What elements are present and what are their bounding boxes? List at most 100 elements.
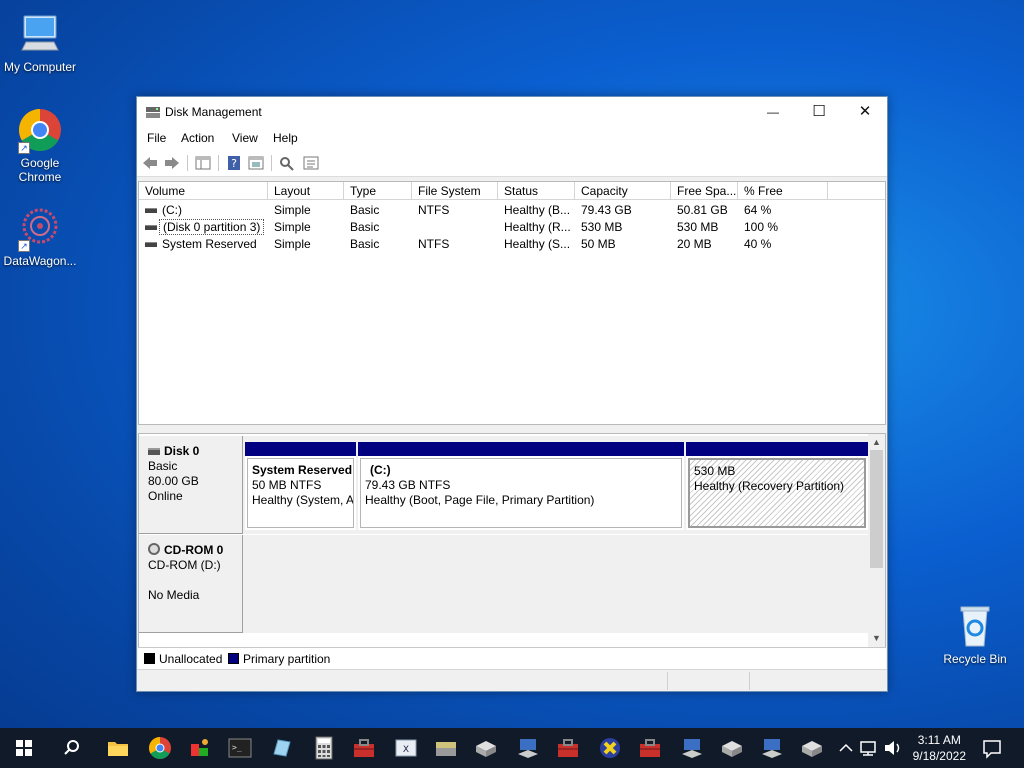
shortcut-arrow-icon: ↗	[18, 142, 30, 154]
svg-text:>_: >_	[232, 743, 242, 752]
desktop-icon-recycle-bin[interactable]: Recycle Bin	[935, 602, 1015, 666]
disk-state: Online	[148, 489, 183, 503]
partition-status: Healthy (Recovery Partition)	[694, 479, 845, 493]
toolbox-icon[interactable]	[350, 734, 378, 762]
disk-graphical-view[interactable]: Disk 0 Basic 80.00 GB Online System Rese…	[138, 433, 886, 665]
column-header-free-space[interactable]: Free Spa...	[671, 182, 738, 200]
table-row[interactable]: (C:) Simple Basic NTFS Healthy (B... 79.…	[139, 202, 885, 219]
back-arrow-icon[interactable]	[141, 154, 159, 172]
partition-body: 530 MB Healthy (Recovery Partition)	[688, 458, 866, 528]
partition-title: System Reserved	[252, 463, 353, 477]
table-row[interactable]: (Disk 0 partition 3) Simple Basic Health…	[139, 219, 885, 236]
disk-management-window: Disk Management — ☐ ✕ File Action View H…	[136, 96, 888, 692]
cell-layout: Simple	[274, 203, 311, 217]
volume-list-header: Volume Layout Type File System Status Ca…	[139, 182, 885, 200]
show-hide-console-tree-icon[interactable]	[194, 154, 212, 172]
cell-file-system	[412, 219, 498, 236]
help-icon[interactable]: ?	[225, 154, 243, 172]
cell-volume: (Disk 0 partition 3)	[139, 219, 268, 236]
properties-icon[interactable]	[247, 154, 265, 172]
volume-icon[interactable]	[882, 734, 904, 762]
menu-file[interactable]: File	[147, 131, 166, 145]
legend-primary-partition: Primary partition	[243, 652, 331, 666]
svg-text:?: ?	[231, 157, 237, 170]
scroll-down-icon[interactable]: ▼	[868, 630, 885, 646]
app-icon[interactable]	[596, 734, 624, 762]
terminal-icon[interactable]: >_	[226, 734, 254, 762]
app-icon[interactable]: X	[392, 734, 420, 762]
table-row[interactable]: System Reserved Simple Basic NTFS Health…	[139, 236, 885, 253]
app-icon[interactable]	[758, 734, 786, 762]
app-icon[interactable]	[514, 734, 542, 762]
windows-start-icon[interactable]	[10, 734, 38, 762]
column-header-layout[interactable]: Layout	[268, 182, 344, 200]
disk-0-label[interactable]: Disk 0 Basic 80.00 GB Online	[139, 436, 243, 534]
app-icon[interactable]	[186, 734, 214, 762]
maximize-button[interactable]: ☐	[796, 97, 842, 127]
rescan-icon[interactable]	[278, 154, 296, 172]
menu-help[interactable]: Help	[273, 131, 298, 145]
column-header-percent-free[interactable]: % Free	[738, 182, 828, 200]
menu-action[interactable]: Action	[181, 131, 214, 145]
status-bar	[137, 669, 887, 691]
cell-free-space: 50.81 GB	[677, 203, 728, 217]
notifications-icon[interactable]	[980, 734, 1004, 762]
desktop-icon-google-chrome[interactable]: ↗ Google Chrome	[0, 106, 80, 184]
cdrom-0-label[interactable]: CD-ROM 0 CD-ROM (D:) No Media	[139, 535, 243, 633]
primary-partition-bar	[686, 442, 868, 456]
close-button[interactable]: ✕	[842, 97, 888, 127]
column-header-volume[interactable]: Volume	[139, 182, 268, 200]
recycle-bin-icon	[951, 602, 999, 650]
app-icon[interactable]	[718, 734, 746, 762]
desktop-icon-my-computer[interactable]: My Computer	[0, 10, 80, 74]
cell-status: Healthy (S...	[504, 237, 571, 251]
app-icon[interactable]	[798, 734, 826, 762]
chrome-icon[interactable]	[146, 734, 174, 762]
minimize-button[interactable]: —	[750, 97, 796, 127]
scroll-up-icon[interactable]: ▲	[868, 434, 885, 450]
column-header-file-system[interactable]: File System	[412, 182, 498, 200]
cell-free-space: 20 MB	[677, 237, 712, 251]
forward-arrow-icon[interactable]	[163, 154, 181, 172]
column-header-status[interactable]: Status	[498, 182, 575, 200]
desktop-icon-label: Recycle Bin	[943, 652, 1007, 666]
volume-list[interactable]: Volume Layout Type File System Status Ca…	[138, 181, 886, 425]
chrome-icon: ↗	[16, 106, 64, 154]
partition-size: 79.43 GB NTFS	[365, 478, 451, 492]
unallocated-swatch	[144, 653, 155, 664]
title-bar[interactable]: Disk Management — ☐ ✕	[137, 97, 887, 127]
column-header-type[interactable]: Type	[344, 182, 412, 200]
cdrom-0-area	[243, 535, 869, 633]
cell-file-system: NTFS	[418, 237, 450, 251]
app-icon[interactable]	[678, 734, 706, 762]
search-icon[interactable]	[58, 734, 86, 762]
app-icon[interactable]	[432, 734, 460, 762]
app-icon[interactable]	[268, 734, 296, 762]
partition-c[interactable]: (C:) 79.43 GB NTFS Healthy (Boot, Page F…	[358, 442, 684, 530]
disk-type: Basic	[148, 459, 178, 473]
cell-type: Basic	[350, 203, 380, 217]
list-view-icon[interactable]	[302, 154, 320, 172]
column-header-capacity[interactable]: Capacity	[575, 182, 671, 200]
hard-disk-icon	[148, 448, 160, 456]
datawagon-icon: ↗	[16, 204, 64, 252]
app-icon[interactable]	[472, 734, 500, 762]
cell-percent-free: 40 %	[744, 237, 772, 251]
partition-system-reserved[interactable]: System Reserved 50 MB NTFS Healthy (Syst…	[245, 442, 356, 530]
toolbar-separator	[271, 155, 272, 171]
taskbar: >_ X 3:11 AM 9/18/2022	[0, 728, 1024, 768]
system-clock[interactable]: 3:11 AM 9/18/2022	[913, 732, 966, 764]
menu-view[interactable]: View	[232, 131, 258, 145]
desktop-icon-datawagon[interactable]: ↗ DataWagon...	[0, 204, 80, 268]
cell-status: Healthy (B...	[504, 203, 571, 217]
network-icon[interactable]	[858, 734, 880, 762]
chevron-up-icon[interactable]	[836, 734, 856, 762]
scrollbar-thumb[interactable]	[870, 450, 883, 568]
toolbox-icon[interactable]	[554, 734, 582, 762]
toolbox-icon[interactable]	[636, 734, 664, 762]
partition-recovery[interactable]: 530 MB Healthy (Recovery Partition)	[686, 442, 868, 530]
calculator-icon[interactable]	[310, 734, 338, 762]
vertical-scrollbar[interactable]: ▲ ▼	[868, 434, 885, 664]
disk-name: CD-ROM 0	[164, 543, 224, 557]
file-explorer-icon[interactable]	[104, 734, 132, 762]
